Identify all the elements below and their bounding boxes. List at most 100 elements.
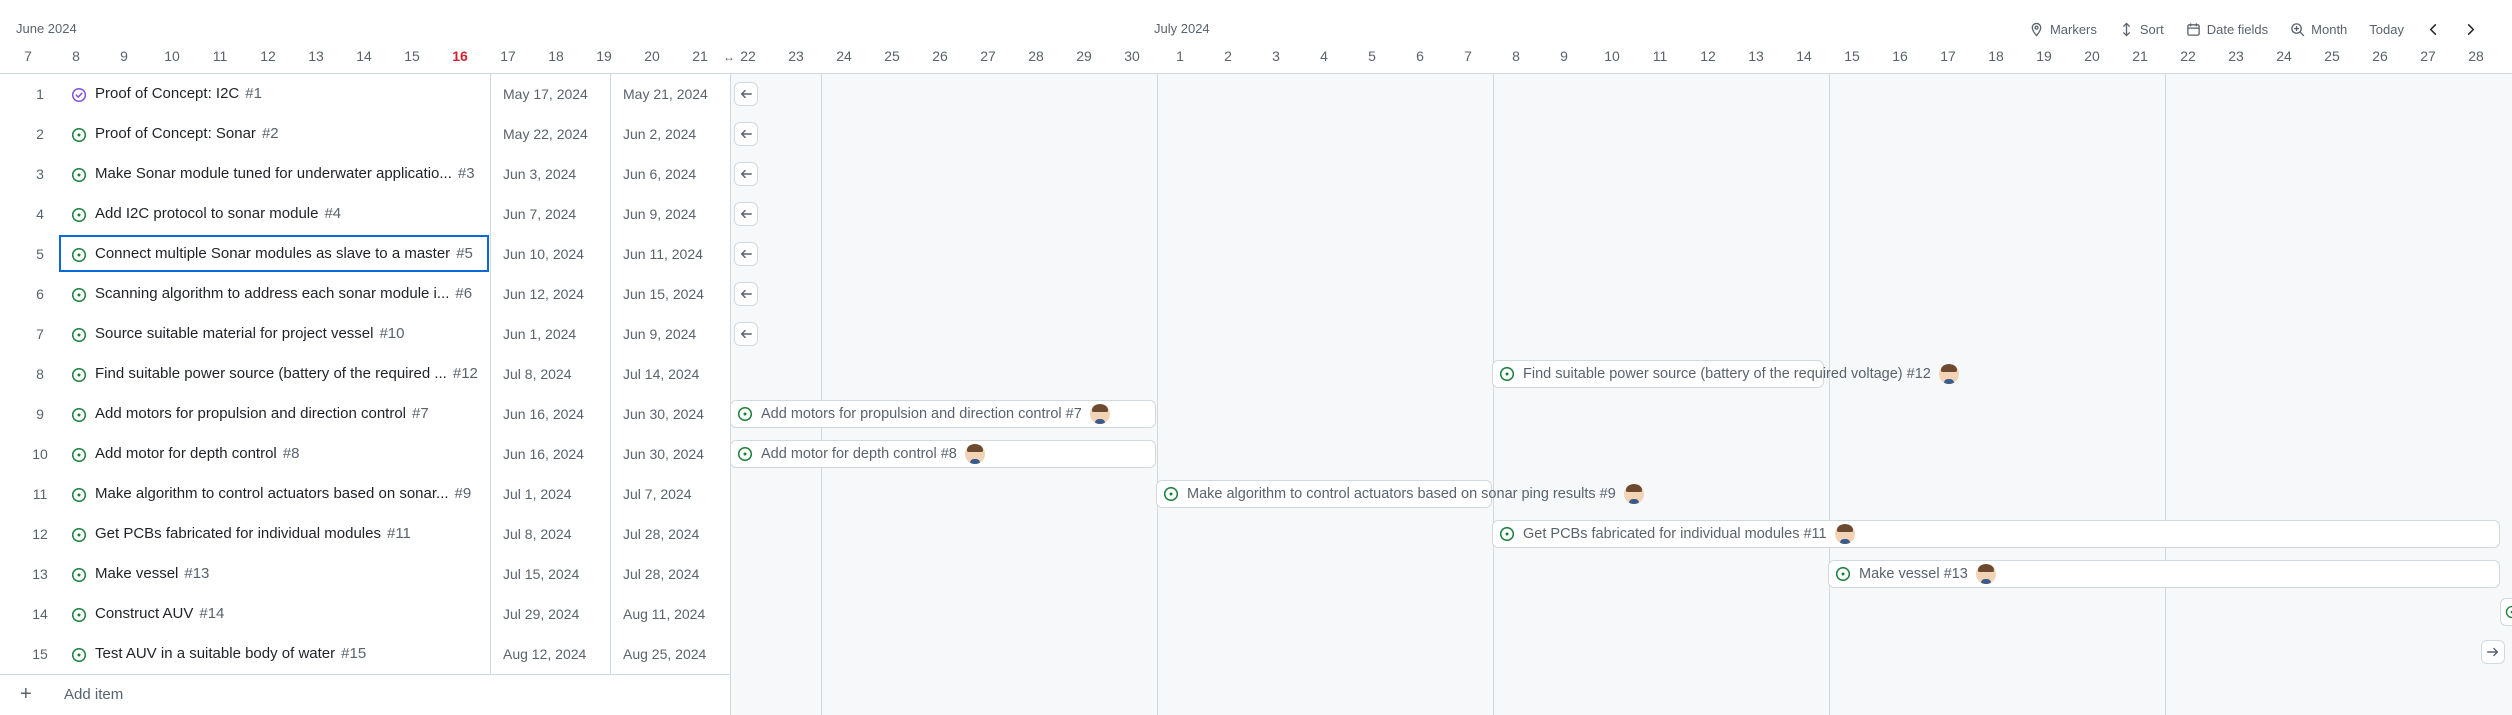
avatar[interactable] <box>964 444 985 464</box>
add-item-row[interactable]: + Add item <box>0 674 730 714</box>
end-date-cell[interactable]: Jun 9, 2024 <box>610 194 730 234</box>
item-number: #3 <box>457 165 475 182</box>
end-date-cell[interactable]: Jun 6, 2024 <box>610 154 730 194</box>
day-label: 16 <box>1892 48 1908 64</box>
item-title[interactable]: Test AUV in a suitable body of water #15 <box>95 645 490 662</box>
item-title[interactable]: Make vessel #13 <box>95 565 490 582</box>
end-date-cell[interactable]: Aug 25, 2024 <box>610 634 730 674</box>
timeline-bar[interactable]: Make algorithm to control actuators base… <box>1156 480 1644 508</box>
resize-handle-icon[interactable]: ↔ <box>723 50 737 66</box>
item-title[interactable]: Add motor for depth control #8 <box>95 445 490 462</box>
table-row[interactable]: 8 Find suitable power source (battery of … <box>0 354 730 395</box>
scroll-to-item-button[interactable] <box>734 122 758 146</box>
start-date-cell[interactable]: Jul 8, 2024 <box>490 354 610 394</box>
start-date-cell[interactable]: Jun 16, 2024 <box>490 434 610 474</box>
sort-button[interactable]: Sort <box>2119 22 2164 37</box>
item-title[interactable]: Make Sonar module tuned for underwater a… <box>95 165 490 182</box>
table-row[interactable]: 6 Scanning algorithm to address each sona… <box>0 274 730 315</box>
start-date-cell[interactable]: May 22, 2024 <box>490 114 610 154</box>
end-date-cell[interactable]: Aug 11, 2024 <box>610 594 730 634</box>
start-date-cell[interactable]: Jun 3, 2024 <box>490 154 610 194</box>
end-date-cell[interactable]: May 21, 2024 <box>610 74 730 114</box>
table-row[interactable]: 9 Add motors for propulsion and direction… <box>0 394 730 435</box>
timeline-bar[interactable]: Find suitable power source (battery of t… <box>1492 360 1959 388</box>
table-row[interactable]: 7 Source suitable material for project ve… <box>0 314 730 355</box>
timeline-area <box>730 74 2512 715</box>
scroll-right-button[interactable] <box>2481 640 2505 664</box>
item-number: #6 <box>455 285 473 302</box>
scroll-to-item-button[interactable] <box>734 162 758 186</box>
end-date-cell[interactable]: Jul 28, 2024 <box>610 554 730 594</box>
timeline-bar[interactable]: Get PCBs fabricated for individual modul… <box>1492 520 2500 548</box>
end-date-cell[interactable]: Jun 11, 2024 <box>610 234 730 274</box>
date-fields-button[interactable]: Date fields <box>2186 22 2268 37</box>
start-date-cell[interactable]: Jul 15, 2024 <box>490 554 610 594</box>
end-date-cell[interactable]: Jul 7, 2024 <box>610 474 730 514</box>
avatar[interactable] <box>1938 364 1959 384</box>
week-gridline <box>1157 74 1158 715</box>
start-date-cell[interactable]: Jun 7, 2024 <box>490 194 610 234</box>
item-title[interactable]: Proof of Concept: Sonar #2 <box>95 125 490 142</box>
item-title[interactable]: Make algorithm to control actuators base… <box>95 485 490 502</box>
start-date-cell[interactable]: Jun 10, 2024 <box>490 234 610 274</box>
timeline-bar[interactable]: Add motors for propulsion and direction … <box>730 400 1156 428</box>
table-row[interactable]: 14 Construct AUV #14 Jul 29, 2024 Aug 11, 20… <box>0 594 730 635</box>
end-date-cell[interactable]: Jul 28, 2024 <box>610 514 730 554</box>
table-row[interactable]: 2 Proof of Concept: Sonar #2 May 22, 2024 Ju… <box>0 114 730 155</box>
start-date-cell[interactable]: Jul 29, 2024 <box>490 594 610 634</box>
end-date-cell[interactable]: Jun 15, 2024 <box>610 274 730 314</box>
markers-button[interactable]: Markers <box>2029 22 2097 37</box>
end-date-cell[interactable]: Jun 30, 2024 <box>610 394 730 434</box>
avatar[interactable] <box>1089 404 1110 424</box>
table-row[interactable]: 15 Test AUV in a suitable body of water #1… <box>0 634 730 675</box>
start-date-cell[interactable]: Jun 1, 2024 <box>490 314 610 354</box>
table-row[interactable]: 11 Make algorithm to control actuators ba… <box>0 474 730 515</box>
item-title[interactable]: Add motors for propulsion and direction … <box>95 405 490 422</box>
scroll-to-item-button[interactable] <box>734 82 758 106</box>
table-row[interactable]: 10 Add motor for depth control #8 Jun 16, 2… <box>0 434 730 475</box>
start-date-cell[interactable]: Aug 12, 2024 <box>490 634 610 674</box>
start-date-cell[interactable]: Jun 12, 2024 <box>490 274 610 314</box>
item-title[interactable]: Add I2C protocol to sonar module #4 <box>95 205 490 222</box>
timeline-bar[interactable]: Make vessel #13 <box>1828 560 2500 588</box>
start-date-cell[interactable]: Jul 8, 2024 <box>490 514 610 554</box>
avatar[interactable] <box>1834 524 1855 544</box>
end-date-cell[interactable]: Jun 9, 2024 <box>610 314 730 354</box>
item-title[interactable]: Proof of Concept: I2C #1 <box>95 85 490 102</box>
item-title[interactable]: Source suitable material for project ves… <box>95 325 490 342</box>
start-date-cell[interactable]: Jul 1, 2024 <box>490 474 610 514</box>
end-date-cell[interactable]: Jun 2, 2024 <box>610 114 730 154</box>
end-date-cell[interactable]: Jul 14, 2024 <box>610 354 730 394</box>
item-title[interactable]: Get PCBs fabricated for individual modul… <box>95 525 490 542</box>
row-number: 13 <box>32 566 48 582</box>
table-row[interactable]: 13 Make vessel #13 Jul 15, 2024 Jul 28, 2024 <box>0 554 730 595</box>
item-title[interactable]: Construct AUV #14 <box>95 605 490 622</box>
start-date-cell[interactable]: May 17, 2024 <box>490 74 610 114</box>
next-button[interactable] <box>2463 22 2478 37</box>
day-label: 26 <box>932 48 948 64</box>
offscreen-bar-edge[interactable] <box>2500 598 2512 626</box>
table-row[interactable]: 5 Connect multiple Sonar modules as slave… <box>0 234 730 275</box>
timeline-bar[interactable]: Add motor for depth control #8 <box>730 440 1156 468</box>
table-row[interactable]: 1 Proof of Concept: I2C #1 May 17, 2024 May … <box>0 74 730 115</box>
zoom-button[interactable]: Month <box>2290 22 2347 37</box>
bar-label: Get PCBs fabricated for individual modul… <box>1523 526 1827 542</box>
scroll-to-item-button[interactable] <box>734 242 758 266</box>
avatar[interactable] <box>1623 484 1644 504</box>
start-date-cell[interactable]: Jun 16, 2024 <box>490 394 610 434</box>
table-row[interactable]: 4 Add I2C protocol to sonar module #4 Jun 7… <box>0 194 730 235</box>
scroll-to-item-button[interactable] <box>734 202 758 226</box>
table-row[interactable]: 3 Make Sonar module tuned for underwater … <box>0 154 730 195</box>
previous-button[interactable] <box>2426 22 2441 37</box>
end-date-cell[interactable]: Jun 30, 2024 <box>610 434 730 474</box>
item-title[interactable]: Find suitable power source (battery of t… <box>95 365 490 382</box>
scroll-to-item-button[interactable] <box>734 282 758 306</box>
row-number: 11 <box>32 486 48 502</box>
scroll-to-item-button[interactable] <box>734 322 758 346</box>
table-row[interactable]: 12 Get PCBs fabricated for individual mod… <box>0 514 730 555</box>
day-label: 8 <box>72 48 80 64</box>
item-title[interactable]: Scanning algorithm to address each sonar… <box>95 285 490 302</box>
day-label: 10 <box>164 48 180 64</box>
today-button[interactable]: Today <box>2369 22 2404 37</box>
avatar[interactable] <box>1975 564 1996 584</box>
